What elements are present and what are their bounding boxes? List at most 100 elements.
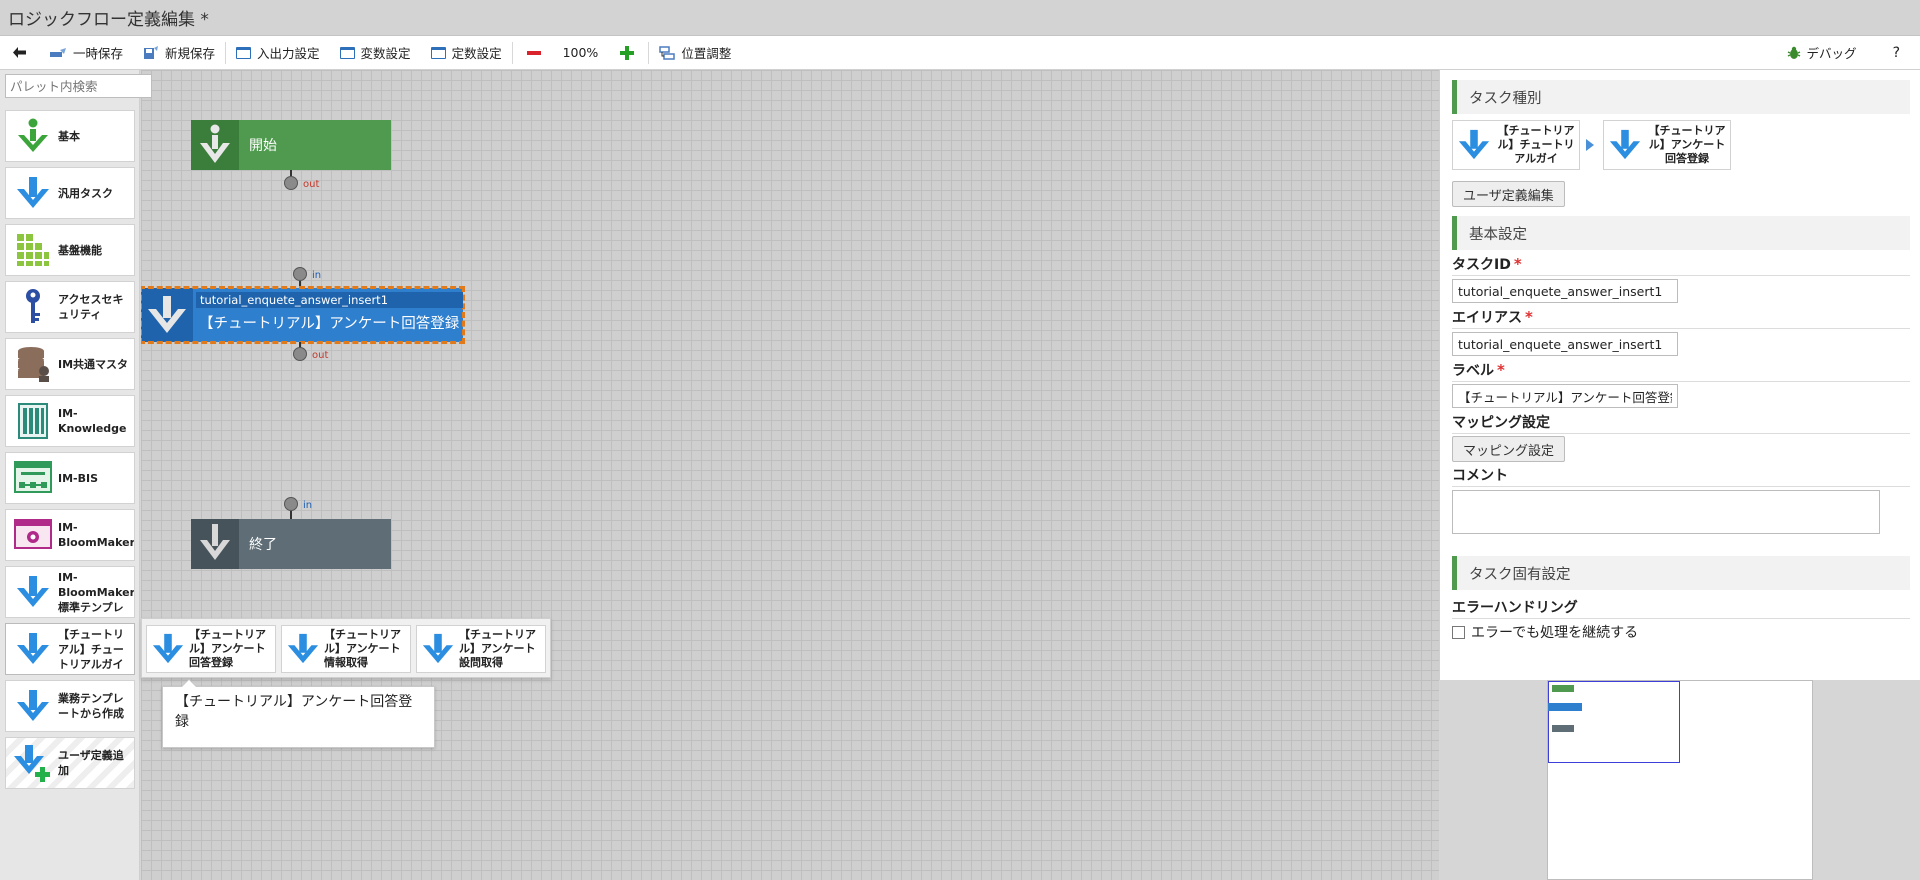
blue-arrow-down-icon <box>12 626 54 672</box>
blue-arrow-down-icon <box>151 627 185 671</box>
task-out-port-label: out <box>312 350 329 361</box>
const-settings-button[interactable]: 定数設定 <box>421 36 512 70</box>
task-in-port-label: in <box>312 270 322 281</box>
field-label-text: エラーハンドリング <box>1452 600 1578 616</box>
window-title: ロジックフロー定義編集 * <box>8 10 209 30</box>
temp-save-button[interactable]: 一時保存 <box>39 36 133 70</box>
palette-item-generic-task[interactable]: 汎用タスク <box>5 167 135 219</box>
var-settings-button[interactable]: 変数設定 <box>330 36 421 70</box>
start-node[interactable]: 開始 <box>191 120 391 170</box>
palette-item-platform[interactable]: 基盤機能 <box>5 224 135 276</box>
mapping-settings-label: マッピング設定 <box>1452 412 1910 434</box>
position-adjust-button[interactable]: 位置調整 <box>649 36 741 70</box>
flyout-item-label: 【チュートリアル】アンケート設問取得 <box>459 628 536 669</box>
palette-item-access-security[interactable]: アクセスセキュリティ <box>5 281 135 333</box>
alias-input[interactable] <box>1452 332 1678 356</box>
label-field-label: ラベル * <box>1452 360 1910 382</box>
start-arrow-icon <box>191 120 239 170</box>
temp-save-label: 一時保存 <box>73 46 124 61</box>
palette-sidebar: 基本 汎用タスク 基盤機能 アクセスセキュリティ IM共通マスタ IM-Know… <box>0 70 152 880</box>
palette-item-im-bis[interactable]: IM-BIS <box>5 452 135 504</box>
palette-item-add-user-defined[interactable]: ユーザ定義追加 <box>5 737 135 789</box>
palette-item-label: IM-BloomMaker標準テンプレ <box>58 570 134 614</box>
field-label-text: マッピング設定 <box>1452 415 1550 431</box>
palette-item-basic[interactable]: 基本 <box>5 110 135 162</box>
task-specific-section-header: タスク固有設定 <box>1452 556 1910 590</box>
blue-arrow-down-icon <box>1608 123 1642 167</box>
user-def-edit-button[interactable]: ユーザ定義編集 <box>1452 181 1565 207</box>
label-input[interactable] <box>1452 384 1678 408</box>
field-label-text: コメント <box>1452 468 1508 484</box>
flyout-item-question-get[interactable]: 【チュートリアル】アンケート設問取得 <box>416 625 546 673</box>
end-arrow-icon <box>191 519 239 569</box>
connector-line <box>299 281 301 288</box>
minimap[interactable] <box>1547 680 1813 880</box>
minimap-end-node <box>1552 725 1574 732</box>
palette-item-label: 基本 <box>58 129 80 143</box>
zoom-out-button[interactable] <box>513 36 555 70</box>
palette-item-label: 【チュートリアル】チュートリアルガイ <box>58 627 124 671</box>
error-handling-label: エラーハンドリング <box>1452 597 1910 619</box>
task-out-port[interactable] <box>293 347 307 361</box>
palette-item-im-bloommaker[interactable]: IM-BloomMaker <box>5 509 135 561</box>
position-adjust-icon <box>659 45 676 60</box>
task-type-item-card[interactable]: 【チュートリアル】アンケート回答登録 <box>1603 120 1731 170</box>
minimap-start-node <box>1552 685 1574 692</box>
palette-item-im-common-master[interactable]: IM共通マスタ <box>5 338 135 390</box>
bug-icon <box>1787 46 1801 60</box>
blue-arrow-down-icon <box>12 683 54 729</box>
help-button[interactable]: ? <box>1873 36 1920 70</box>
temp-save-icon <box>49 47 67 59</box>
blue-arrow-down-icon <box>421 627 455 671</box>
green-grid-icon <box>12 227 54 273</box>
palette-item-bloommaker-template[interactable]: IM-BloomMaker標準テンプレ <box>5 566 135 618</box>
flyout-item-answer-insert[interactable]: 【チュートリアル】アンケート回答登録 <box>146 625 276 673</box>
blue-arrow-plus-icon <box>12 740 54 786</box>
end-node[interactable]: 終了 <box>191 519 391 569</box>
field-label-text: エイリアス <box>1452 310 1522 326</box>
palette-tooltip: 【チュートリアル】アンケート回答登録 <box>162 679 435 748</box>
section-title: 基本設定 <box>1469 226 1527 243</box>
task-id-label: タスクID * <box>1452 254 1910 276</box>
mapping-settings-button[interactable]: マッピング設定 <box>1452 436 1566 462</box>
key-icon <box>12 284 54 330</box>
blue-arrow-down-icon <box>1457 123 1491 167</box>
task-type-section-header: タスク種別 <box>1452 80 1910 114</box>
start-out-port[interactable] <box>284 176 298 190</box>
flyout-item-info-get[interactable]: 【チュートリアル】アンケート情報取得 <box>281 625 411 673</box>
minimap-viewport[interactable] <box>1548 681 1680 763</box>
end-in-port[interactable] <box>284 497 298 511</box>
zoom-in-button[interactable] <box>606 36 648 70</box>
section-title: タスク種別 <box>1469 90 1542 107</box>
alias-label: エイリアス * <box>1452 307 1910 329</box>
task-id-input[interactable] <box>1452 279 1678 303</box>
comment-textarea[interactable] <box>1452 490 1880 534</box>
minimap-task-node <box>1548 703 1582 711</box>
task-type-category-card[interactable]: 【チュートリアル】チュートリアルガイ <box>1452 120 1580 170</box>
task-in-port[interactable] <box>293 267 307 281</box>
start-out-port-label: out <box>303 179 320 190</box>
continue-on-error-checkbox[interactable] <box>1452 625 1465 639</box>
palette-search-input[interactable] <box>5 74 152 98</box>
connector-line <box>290 511 292 519</box>
flow-canvas[interactable]: 開始 out in tutorial_enquete_answer_insert… <box>141 70 1439 880</box>
window-icon <box>236 46 252 59</box>
continue-on-error-row[interactable]: エラーでも処理を継続する <box>1452 622 1638 642</box>
palette-item-label: 汎用タスク <box>58 186 113 200</box>
debug-button[interactable]: デバッグ <box>1771 36 1873 70</box>
new-save-button[interactable]: 新規保存 <box>133 36 225 70</box>
palette-item-label: 業務テンプレートから作成 <box>58 692 124 720</box>
palette-item-business-template[interactable]: 業務テンプレートから作成 <box>5 680 135 732</box>
task-node-selected[interactable]: tutorial_enquete_answer_insert1 【チュートリアル… <box>141 286 465 344</box>
position-adjust-label: 位置調整 <box>681 46 732 61</box>
palette-item-label: IM-BIS <box>58 471 99 485</box>
comment-label: コメント <box>1452 465 1910 487</box>
back-button[interactable] <box>0 36 39 70</box>
palette-item-im-knowledge[interactable]: IM-Knowledge <box>5 395 135 447</box>
palette-item-label: IM共通マスタ <box>58 357 129 371</box>
io-settings-label: 入出力設定 <box>257 46 320 61</box>
palette-item-tutorial[interactable]: 【チュートリアル】チュートリアルガイ <box>5 623 135 675</box>
io-settings-button[interactable]: 入出力設定 <box>226 36 330 70</box>
var-settings-label: 変数設定 <box>360 46 411 61</box>
continue-on-error-label: エラーでも処理を継続する <box>1471 625 1639 641</box>
